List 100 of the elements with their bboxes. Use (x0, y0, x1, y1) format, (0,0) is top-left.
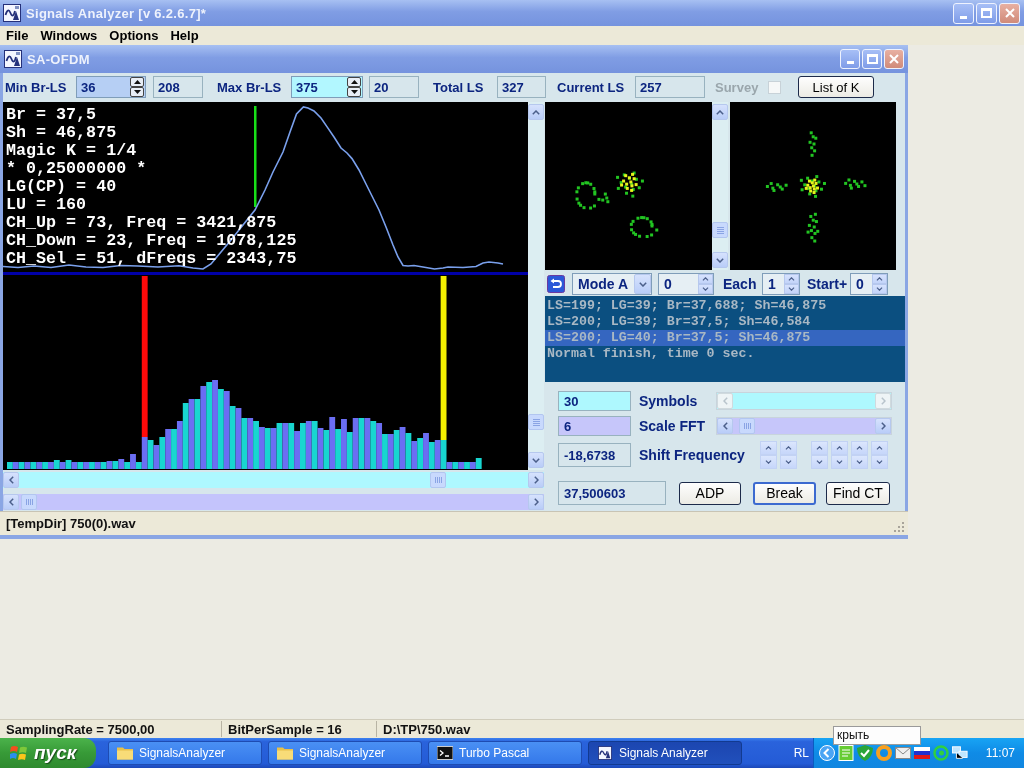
maximize-button[interactable] (862, 49, 882, 69)
chevron-up-icon (856, 446, 863, 450)
scroll-down-button[interactable] (712, 252, 728, 268)
chevron-down-icon (876, 287, 883, 291)
triangle-up-icon (133, 80, 141, 84)
mode-dropdown[interactable]: Mode A (572, 273, 652, 295)
chevron-down-icon (716, 257, 724, 263)
app-icon (597, 746, 613, 760)
scroll-right-button[interactable] (528, 494, 544, 510)
spin-up-button[interactable] (347, 77, 361, 87)
scroll-left-button[interactable] (3, 472, 19, 488)
field-label: Each (723, 276, 757, 292)
scroll-down-button[interactable] (528, 452, 544, 468)
value-field[interactable]: 37,500603 (558, 481, 666, 505)
field-label: Symbols (639, 393, 698, 409)
chevron-up-icon (785, 446, 792, 450)
scrollbar[interactable] (716, 417, 892, 435)
scroll-thumb[interactable] (739, 418, 755, 434)
chevron-down-icon (702, 287, 709, 291)
menu-item[interactable]: Help (165, 28, 204, 43)
close-button[interactable] (884, 49, 904, 69)
log-line[interactable]: LS=200; LG=39; Br=37,5; Sh=46,584 (545, 314, 905, 330)
log-line[interactable]: Normal finish, time 0 sec. (545, 346, 905, 362)
chevron-up-icon (788, 277, 795, 281)
spin-up-button[interactable] (130, 77, 144, 87)
plot-readout: LU = 160 (6, 196, 87, 214)
chevron-down-icon (765, 460, 772, 464)
scrollbar[interactable] (712, 102, 728, 270)
plot-readout: Magic K = 1/4 (6, 142, 137, 160)
readout-field[interactable]: 257 (635, 76, 705, 98)
window-title: Signals Analyzer [v 6.2.6.7]* (26, 5, 207, 21)
spin-down-button[interactable] (347, 87, 361, 97)
readout-field[interactable]: 208 (153, 76, 203, 98)
document-icon[interactable] (838, 745, 854, 761)
scroll-left-button[interactable] (717, 418, 733, 434)
chevron-down-icon (816, 460, 823, 464)
dropdown-button[interactable] (634, 274, 651, 294)
scroll-thumb[interactable] (21, 494, 37, 510)
plot-readout: Br = 37,5 (6, 106, 97, 124)
chevron-right-icon (880, 422, 886, 430)
value-field[interactable]: 6 (558, 416, 631, 436)
scroll-thumb[interactable] (528, 414, 544, 430)
scroll-up-button[interactable] (528, 104, 544, 120)
status-text: BitPerSample = 16 (228, 721, 342, 737)
maximize-icon (981, 8, 992, 18)
chevron-right-icon (533, 476, 539, 484)
spin-field[interactable]: 36 (76, 76, 146, 98)
language-indicator[interactable]: RL (793, 746, 809, 760)
scrollbar[interactable] (3, 472, 544, 488)
chevron-left-icon (722, 397, 728, 405)
field-label: Start+ (807, 276, 848, 292)
maximize-button[interactable] (976, 2, 997, 24)
flag-icon[interactable] (914, 745, 930, 761)
shield-icon[interactable] (857, 745, 873, 761)
action-button[interactable]: Break (753, 481, 816, 505)
readout-field[interactable]: 327 (497, 76, 546, 98)
log-line[interactable]: LS=199; LG=39; Br=37,688; Sh=46,875 (545, 298, 905, 314)
action-button[interactable]: ADP (679, 481, 741, 505)
scroll-left-button[interactable] (3, 494, 19, 510)
action-button[interactable]: Find CT (826, 481, 890, 505)
minimize-button[interactable] (953, 2, 974, 24)
menu-item[interactable]: Options (104, 28, 164, 43)
scroll-thumb[interactable] (430, 472, 446, 488)
chevron-up-icon (876, 446, 883, 450)
close-button[interactable] (999, 2, 1020, 24)
plot-readout: Sh = 46,875 (6, 124, 117, 142)
taskbar-button[interactable]: Turbo Pascal (428, 741, 582, 765)
chevron-down-icon (876, 460, 883, 464)
scroll-thumb[interactable] (712, 222, 728, 238)
size-grip-icon[interactable] (894, 522, 904, 532)
app-icon (3, 4, 21, 22)
chevron-down-icon (856, 460, 863, 464)
triangle-down-icon (350, 90, 358, 94)
minimize-button[interactable] (840, 49, 860, 69)
scroll-up-button[interactable] (712, 104, 728, 120)
chevron-circle-icon[interactable] (819, 745, 835, 761)
scrollbar[interactable] (528, 102, 544, 470)
scroll-right-button[interactable] (528, 472, 544, 488)
start-button[interactable]: пуск (0, 738, 96, 768)
taskbar-button[interactable]: Signals Analyzer (588, 741, 742, 765)
scroll-right-button[interactable] (875, 418, 891, 434)
scrollbar[interactable] (3, 494, 544, 510)
value-field[interactable]: -18,6738 (558, 443, 631, 467)
checkbox-label: Survey (715, 79, 759, 95)
spin-down-button[interactable] (130, 87, 144, 97)
chevron-down-icon (785, 460, 792, 464)
list-button[interactable]: List of K (798, 76, 874, 98)
menu-item[interactable]: Windows (35, 28, 103, 43)
taskbar-button[interactable]: SignalsAnalyzer (268, 741, 422, 765)
menu-item[interactable]: File (1, 28, 34, 43)
plot-readout: LG(CP) = 40 (6, 178, 117, 196)
taskbar-button[interactable]: SignalsAnalyzer (108, 741, 262, 765)
flag-icon (10, 745, 28, 761)
clock[interactable]: 11:07 (985, 746, 1015, 760)
chevron-up-icon (836, 446, 843, 450)
readout-field[interactable]: 20 (369, 76, 419, 98)
chevron-left-icon (8, 476, 14, 484)
network-icon[interactable] (952, 745, 968, 761)
spin-field[interactable]: 375 (291, 76, 363, 98)
triangle-down-icon (133, 90, 141, 94)
